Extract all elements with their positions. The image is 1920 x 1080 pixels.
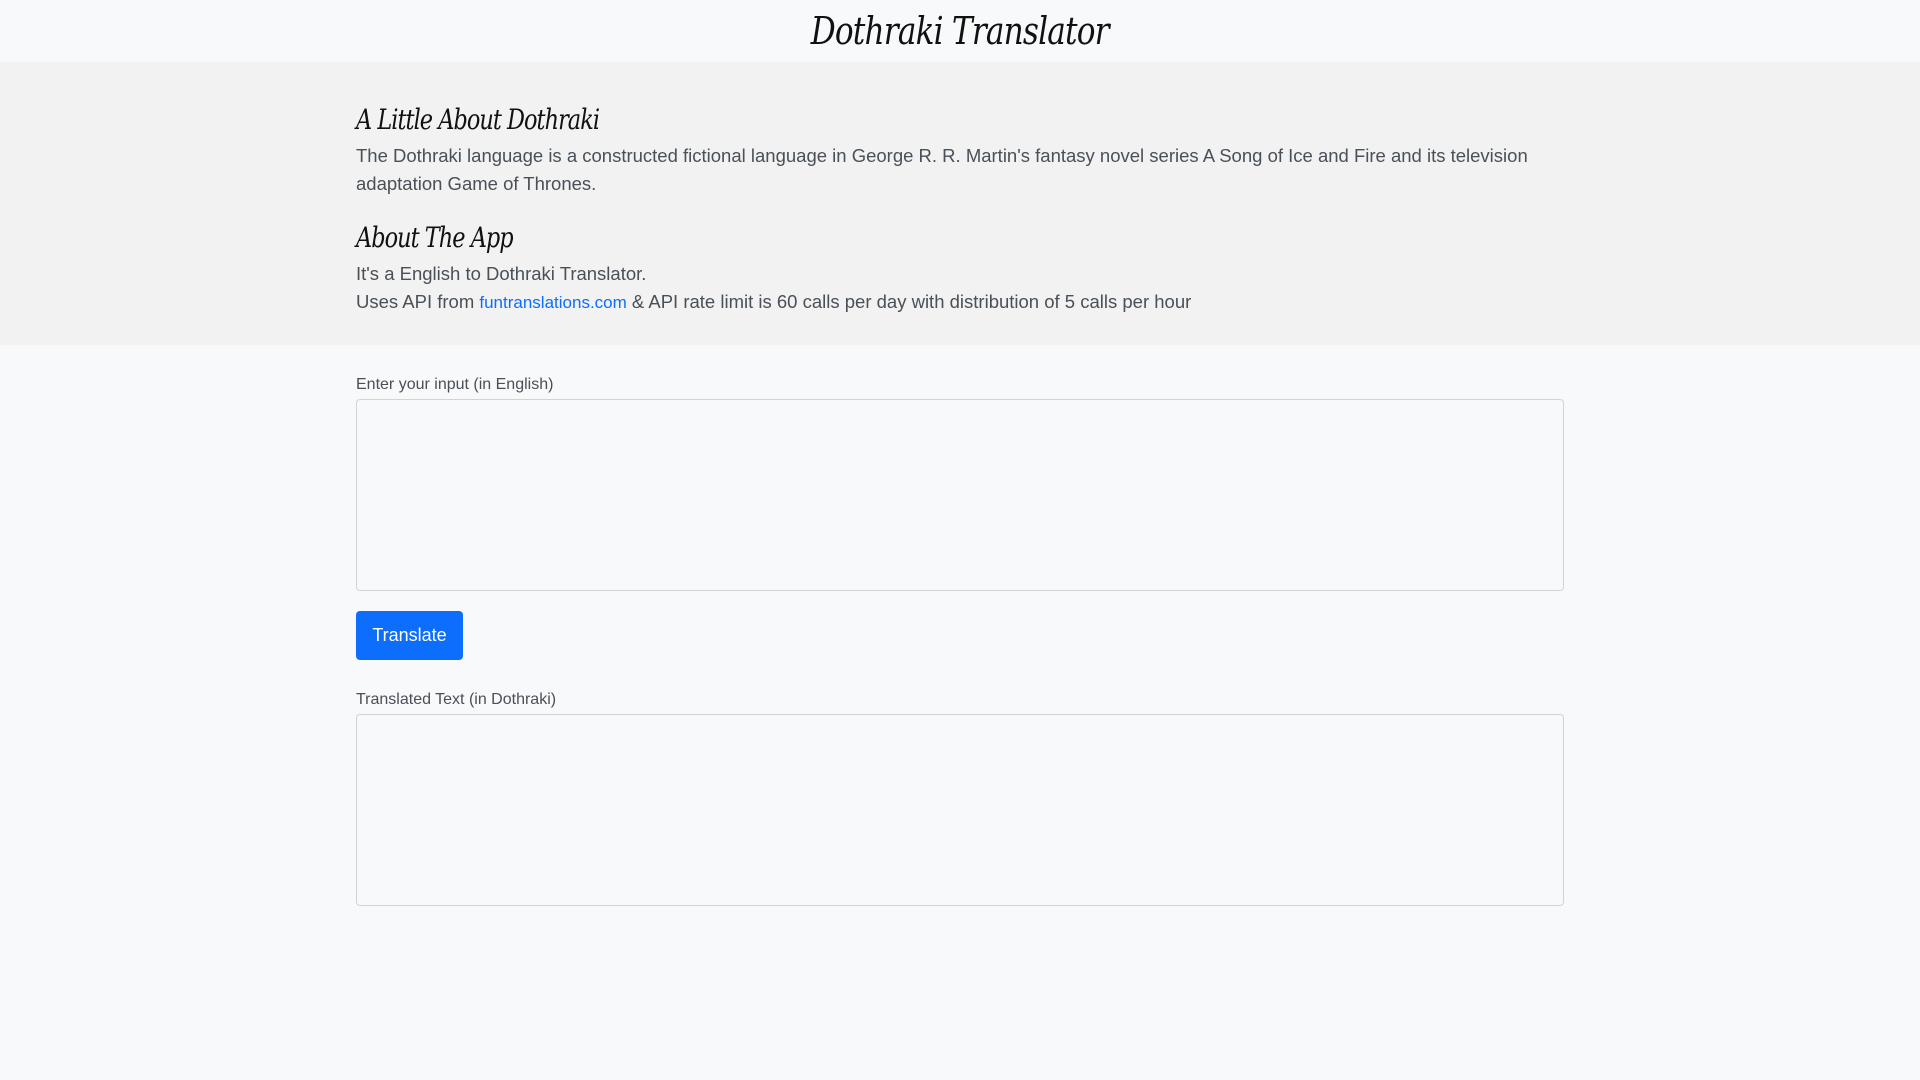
input-label: Enter your input (in English): [356, 376, 554, 393]
translator-container: Enter your input (in English) Translate …: [356, 375, 1564, 906]
output-block: Translated Text (in Dothraki): [356, 690, 1564, 906]
translate-button[interactable]: Translate: [356, 611, 463, 660]
english-input[interactable]: [356, 399, 1564, 591]
about-dothraki-text: The Dothraki language is a constructed f…: [356, 145, 1528, 194]
output-label: Translated Text (in Dothraki): [356, 691, 557, 708]
dothraki-output[interactable]: [356, 714, 1564, 906]
about-section: A Little About Dothraki The Dothraki lan…: [0, 62, 1920, 345]
about-app-line2: Uses API from funtranslations.com & API …: [356, 288, 1564, 317]
api-text-suffix: & API rate limit is 60 calls per day wit…: [626, 291, 1192, 312]
app-header: Dothraki Translator: [0, 0, 1920, 62]
api-text-prefix: Uses API from: [356, 291, 480, 312]
app-title: Dothraki Translator: [810, 9, 1110, 53]
about-dothraki-heading: A Little About Dothraki: [356, 103, 600, 136]
translator-main: Enter your input (in English) Translate …: [0, 345, 1920, 906]
funtranslations-link[interactable]: funtranslations.com: [479, 293, 626, 312]
about-app-heading: About The App: [356, 221, 514, 254]
section-divider: [356, 198, 1564, 216]
about-app-line1: It's a English to Dothraki Translator.: [356, 263, 647, 284]
about-container: A Little About Dothraki The Dothraki lan…: [356, 98, 1564, 317]
